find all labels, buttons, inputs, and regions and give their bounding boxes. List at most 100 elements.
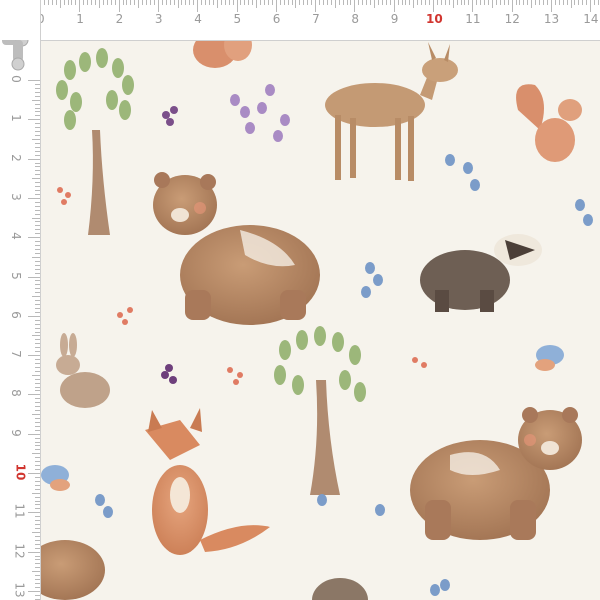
ruler-tick — [374, 0, 376, 8]
ruler-tick — [35, 233, 40, 235]
ruler-tick — [35, 370, 40, 372]
ruler-tick — [543, 0, 545, 5]
ruler-tick — [429, 0, 431, 5]
ruler-tick — [570, 0, 572, 8]
ruler-number: 6 — [8, 310, 23, 319]
ruler-tick — [594, 0, 596, 5]
ruler-tick — [35, 563, 40, 565]
hedgehog-illustration — [312, 578, 368, 600]
ruler-tick — [32, 217, 40, 219]
ruler-tick — [535, 0, 537, 5]
ruler-tick — [205, 0, 207, 5]
ruler-tick — [106, 0, 108, 5]
ruler-tick — [35, 543, 40, 545]
ruler-tick — [35, 150, 40, 152]
ruler-tick — [283, 0, 285, 5]
ruler-tick — [35, 469, 40, 471]
ruler-tick — [311, 0, 313, 5]
ruler-tick — [381, 0, 383, 5]
ruler-tick — [35, 535, 40, 537]
ruler-tick — [256, 0, 258, 8]
ruler-tick — [35, 406, 40, 408]
ruler-number: 12 — [12, 542, 27, 559]
ruler-number: 2 — [115, 12, 124, 26]
ruler-tick — [35, 378, 40, 380]
ruler-tick — [138, 0, 140, 8]
bluebell-illustration — [95, 494, 450, 596]
berry-sprig-illustration — [161, 364, 177, 384]
ruler-number: 9 — [8, 428, 23, 437]
ruler-tick — [448, 0, 450, 5]
ruler-tick — [28, 355, 40, 357]
ruler-tick — [35, 307, 40, 309]
ruler-tick — [28, 158, 40, 160]
bear-illustration — [410, 407, 582, 540]
vertical-ruler: 0 1 2 3 4 5 6 7 8 9 10 11 12 13 — [0, 0, 41, 600]
ruler-tick — [35, 131, 40, 133]
ruler-tick — [35, 193, 40, 195]
ruler-tick — [366, 0, 368, 5]
ruler-number: 10 — [13, 463, 28, 481]
ruler-tick — [460, 0, 462, 5]
ruler-tick — [598, 0, 600, 5]
ruler-tick — [32, 335, 40, 337]
ruler-tick — [35, 162, 40, 164]
ruler-tick — [578, 0, 580, 5]
ruler-tick — [436, 0, 438, 5]
ruler-number: 4 — [194, 12, 202, 26]
ruler-tick — [35, 209, 40, 211]
ruler-tick — [35, 441, 40, 443]
ruler-tick — [334, 0, 336, 8]
ruler-number: 6 — [272, 12, 281, 26]
ruler-tick — [189, 0, 191, 5]
ruler-tick — [484, 0, 486, 5]
ruler-number: 8 — [351, 12, 360, 26]
ruler-tick — [79, 0, 81, 12]
ruler-tick — [32, 99, 40, 101]
ruler-tick — [550, 0, 552, 12]
ruler-tick — [228, 0, 230, 5]
ruler-tick — [35, 186, 40, 188]
ruler-tick — [91, 0, 93, 5]
ruler-number: 3 — [154, 12, 163, 26]
ruler-tick — [491, 0, 493, 8]
ruler-tick — [35, 225, 40, 227]
ruler-tick — [326, 0, 328, 5]
ruler-tick — [35, 182, 40, 184]
tree-illustration — [274, 326, 366, 495]
ruler-tick — [28, 119, 40, 121]
ruler-tick — [346, 0, 348, 5]
fox-illustration — [145, 408, 270, 555]
ruler-tick — [28, 315, 40, 317]
ruler-tick — [35, 339, 40, 341]
ruler-tick — [566, 0, 568, 5]
ruler-tick — [28, 394, 40, 396]
ruler-tick — [35, 288, 40, 290]
ruler-tick — [440, 0, 442, 5]
ruler-tick — [248, 0, 250, 5]
ruler-tick — [35, 331, 40, 333]
ruler-tick — [275, 0, 277, 12]
ruler-tick — [32, 414, 40, 416]
ruler-number: 1 — [8, 114, 23, 123]
ruler-tick — [413, 0, 415, 8]
ruler-tick — [110, 0, 112, 5]
ruler-tick — [134, 0, 136, 5]
ruler-tick — [95, 0, 97, 5]
ruler-tick — [193, 0, 195, 5]
ruler-tick — [488, 0, 490, 5]
ruler-tick — [169, 0, 171, 5]
ruler-tick — [35, 457, 40, 459]
ruler-tick — [43, 0, 45, 5]
ruler-tick — [319, 0, 321, 5]
ruler-tick — [35, 190, 40, 192]
ruler-tick — [35, 410, 40, 412]
ruler-tick — [130, 0, 132, 5]
ruler-tick — [342, 0, 344, 5]
ruler-number: 10 — [426, 12, 443, 26]
ruler-tick — [28, 551, 40, 553]
ruler-tick — [476, 0, 478, 5]
ruler-tick — [28, 512, 40, 514]
ruler-number: 12 — [504, 12, 520, 26]
ruler-tick — [32, 374, 40, 376]
